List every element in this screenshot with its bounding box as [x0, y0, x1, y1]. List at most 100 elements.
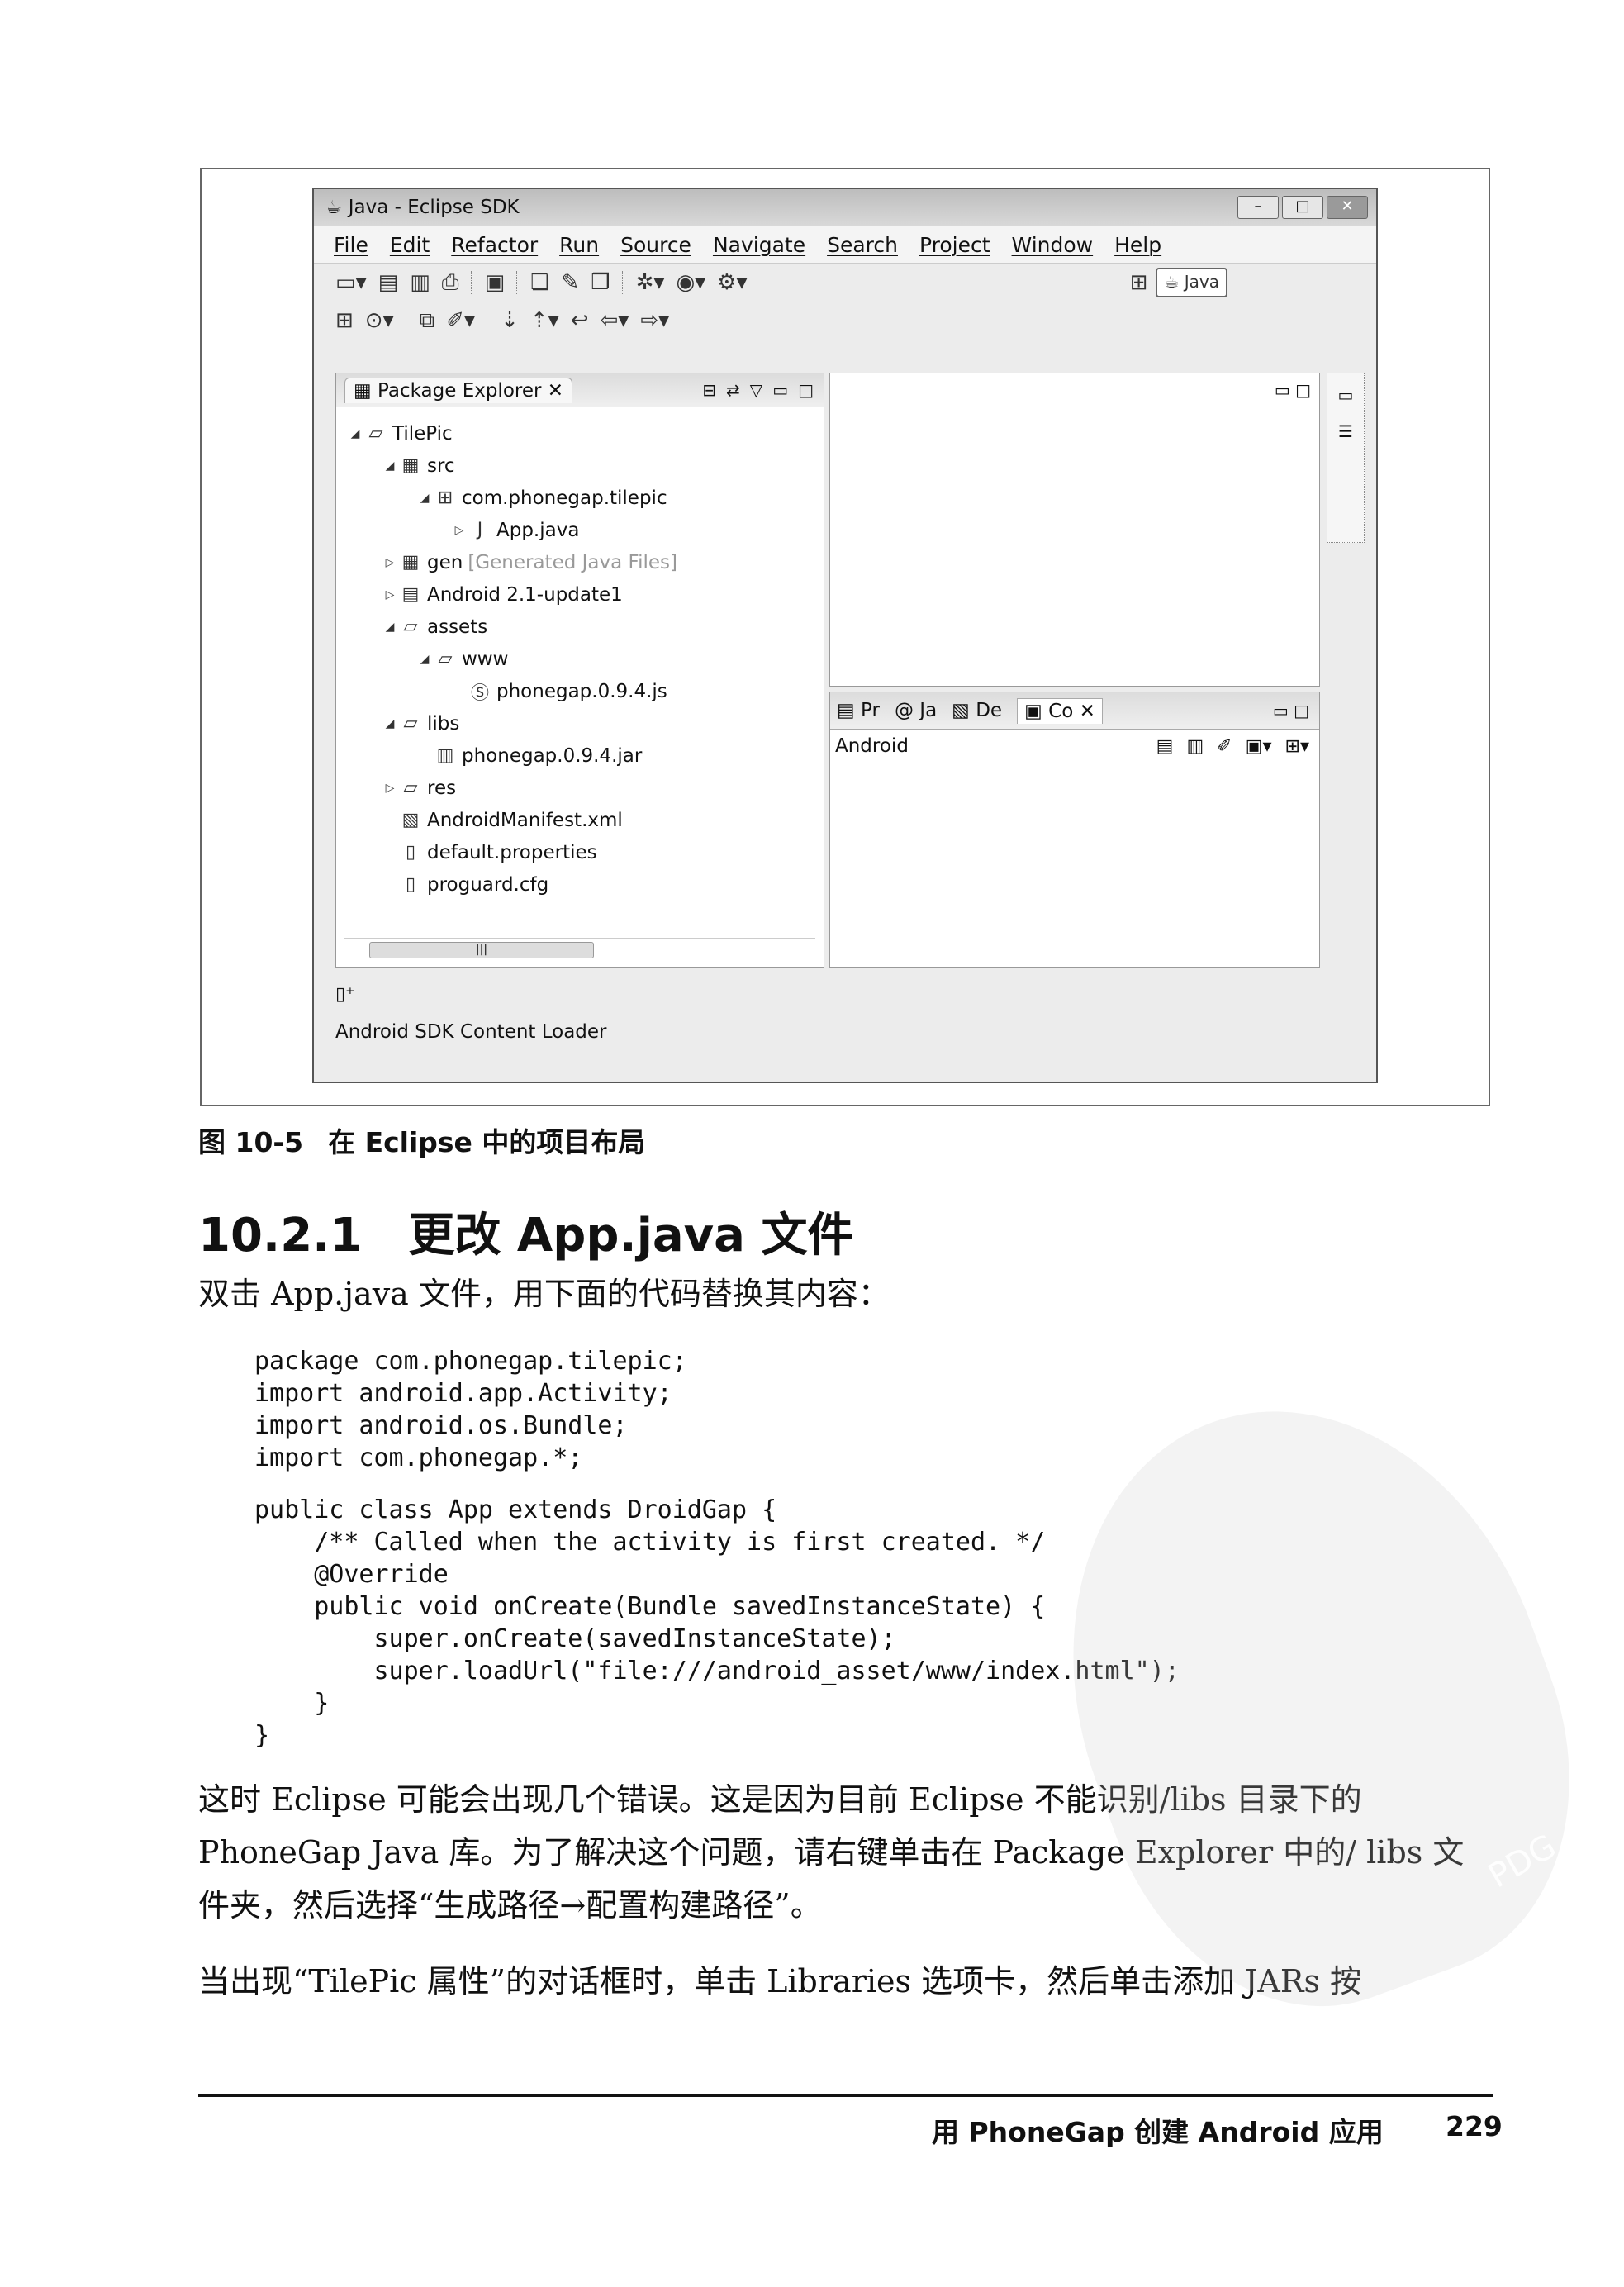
tree-item[interactable]: ◢ ▦ src [336, 449, 824, 482]
tree-item[interactable]: ▧ AndroidManifest.xml [336, 804, 824, 836]
link-editor-icon[interactable]: ⇄ [726, 380, 740, 400]
tree-item[interactable]: ▷ J App.java [336, 514, 824, 546]
new-junit-icon[interactable]: ✎ [561, 270, 579, 295]
horizontal-scrollbar[interactable]: ||| [344, 938, 815, 960]
debug-icon[interactable]: ✲▾ [636, 270, 665, 295]
clear-console-icon[interactable]: ▤ [1156, 736, 1174, 757]
toolbar-separator [487, 309, 489, 332]
footer-title: 用 PhoneGap 创建 Android 应用 [932, 2116, 1384, 2148]
prev-annotation-icon[interactable]: ⇡▾ [530, 308, 559, 333]
figure-number: 图 10-5 [198, 1126, 304, 1158]
expanded-arrow-icon[interactable]: ◢ [415, 492, 434, 505]
collapsed-arrow-icon[interactable]: ▷ [381, 556, 399, 569]
tree-item[interactable]: ▷ ▦ gen [Generated Java Files] [336, 546, 824, 578]
save-all-icon[interactable]: ▥ [410, 270, 430, 295]
tab-console[interactable]: ▣ Co ✕ [1017, 697, 1103, 724]
collapsed-arrow-icon[interactable]: ▷ [450, 524, 468, 537]
javadoc-icon: @ [894, 700, 914, 721]
next-annotation-icon[interactable]: ⇣ [501, 308, 519, 333]
collapsed-arrow-icon[interactable]: ▷ [381, 588, 399, 601]
print-icon[interactable]: ⎙ [442, 270, 459, 296]
minimize-view-icon[interactable]: ▭ [772, 380, 788, 400]
tree-item[interactable]: ◢ ▱ assets [336, 611, 824, 643]
tree-item-label: gen [427, 551, 463, 573]
tree-item[interactable]: ◢ ▱ TilePic [336, 417, 824, 449]
java-perspective-button[interactable]: ☕ Java [1156, 268, 1227, 297]
tree-item[interactable]: ▯ proguard.cfg [336, 868, 824, 901]
maximize-view-icon[interactable]: □ [798, 380, 814, 400]
folder-icon: ▱ [403, 713, 418, 734]
window-controls: – □ ✕ [1237, 196, 1368, 219]
tab-javadoc[interactable]: @ Ja [895, 700, 937, 721]
main-toolbar-row-2: ⊞ ⊙▾ ⧉ ✐▾ ⇣ ⇡▾ ↩ ⇦▾ ⇨▾ [314, 302, 1376, 340]
fast-view-icon[interactable]: ▯⁺ [335, 974, 1327, 1015]
menu-refactor[interactable]: Refactor [451, 233, 538, 257]
menu-help[interactable]: Help [1114, 233, 1161, 257]
new-icon[interactable]: ▭▾ [335, 270, 367, 295]
eclipse-window: ☕ Java - Eclipse SDK – □ ✕ File Edit Ref… [312, 188, 1378, 1083]
tree-item[interactable]: ◢ ⊞ com.phonegap.tilepic [336, 482, 824, 514]
tree-item[interactable]: ▯ default.properties [336, 836, 824, 868]
search-icon[interactable]: ⊙▾ [365, 308, 394, 333]
collapse-all-icon[interactable]: ⊟ [702, 380, 716, 400]
menu-project[interactable]: Project [919, 233, 990, 257]
console-panel: ▤ Pr @ Ja ▧ De ▣ Co ✕ ▭ □ Android ▤ ▥ ✐ … [829, 692, 1320, 968]
open-perspective-icon[interactable]: ⊞ [1130, 270, 1148, 295]
last-edit-icon[interactable]: ↩ [571, 308, 589, 333]
menu-source[interactable]: Source [620, 233, 691, 257]
android-sdk-icon[interactable]: ▣ [485, 270, 506, 295]
editor-area[interactable]: ▭ □ [829, 373, 1320, 687]
close-button[interactable]: ✕ [1327, 196, 1368, 219]
status-text: Android SDK Content Loader [335, 1021, 607, 1043]
new-class-icon[interactable]: ❐ [591, 270, 610, 295]
forward-icon[interactable]: ⇨▾ [640, 308, 669, 333]
expanded-arrow-icon[interactable]: ◢ [415, 653, 434, 666]
open-console-icon[interactable]: ⊞▾ [1285, 736, 1309, 757]
close-tab-icon[interactable]: ✕ [548, 380, 563, 402]
tree-item[interactable]: ▥ phonegap.0.9.4.jar [336, 739, 824, 772]
menu-window[interactable]: Window [1012, 233, 1094, 257]
pin-console-icon[interactable]: ✐ [1217, 736, 1232, 757]
console-min-max-icon[interactable]: ▭ □ [1273, 701, 1309, 720]
scrollbar-thumb[interactable]: ||| [369, 942, 594, 958]
tree-item[interactable]: ◢ ▱ www [336, 643, 824, 675]
collapsed-arrow-icon[interactable]: ▷ [381, 782, 399, 795]
tree-item[interactable]: ▷ ▱ res [336, 772, 824, 804]
scroll-lock-icon[interactable]: ▥ [1186, 736, 1204, 757]
menu-search[interactable]: Search [827, 233, 898, 257]
view-menu-icon[interactable]: ▽ [750, 380, 762, 400]
maximize-button[interactable]: □ [1282, 196, 1323, 219]
restore-icon[interactable]: ▭ [1338, 385, 1354, 405]
menu-run[interactable]: Run [559, 233, 599, 257]
expanded-arrow-icon[interactable]: ◢ [346, 427, 364, 440]
back-icon[interactable]: ⇦▾ [601, 308, 629, 333]
pin-icon[interactable]: ✐▾ [446, 308, 475, 333]
tree-item[interactable]: Ⓢphonegap.0.9.4.js [336, 675, 824, 707]
menu-navigate[interactable]: Navigate [713, 233, 805, 257]
tree-item[interactable]: ▷ ▤ Android 2.1-update1 [336, 578, 824, 611]
expanded-arrow-icon[interactable]: ◢ [381, 620, 399, 634]
package-explorer-tab[interactable]: ▦ Package Explorer ✕ [344, 377, 573, 403]
external-tools-icon[interactable]: ⚙▾ [717, 270, 747, 295]
editor-min-max-icon[interactable]: ▭ □ [1275, 380, 1311, 400]
menu-file[interactable]: File [334, 233, 368, 257]
expanded-arrow-icon[interactable]: ◢ [381, 717, 399, 730]
tab-declaration[interactable]: ▧ De [952, 700, 1002, 721]
run-icon[interactable]: ◉▾ [676, 270, 705, 295]
minimize-button[interactable]: – [1237, 196, 1279, 219]
close-tab-icon[interactable]: ✕ [1080, 701, 1095, 722]
tree-item[interactable]: ◢ ▱ libs [336, 707, 824, 739]
toolbar-separator [621, 271, 624, 294]
intro-paragraph: 双击 App.java 文件，用下面的代码替换其内容： [198, 1276, 890, 1312]
menu-edit[interactable]: Edit [390, 233, 430, 257]
outline-icon[interactable]: ☰ [1338, 421, 1353, 441]
tab-problems[interactable]: ▤ Pr [837, 700, 880, 721]
expanded-arrow-icon[interactable]: ◢ [381, 459, 399, 473]
open-type-icon[interactable]: ⊞ [335, 308, 354, 333]
tree-item-label: proguard.cfg [427, 873, 549, 896]
open-task-icon[interactable]: ⧉ [420, 308, 435, 334]
save-icon[interactable]: ▤ [378, 270, 399, 295]
new-project-icon[interactable]: ❏ [530, 270, 549, 295]
package-explorer-tab-label: Package Explorer [378, 379, 542, 402]
display-console-icon[interactable]: ▣▾ [1246, 736, 1272, 757]
